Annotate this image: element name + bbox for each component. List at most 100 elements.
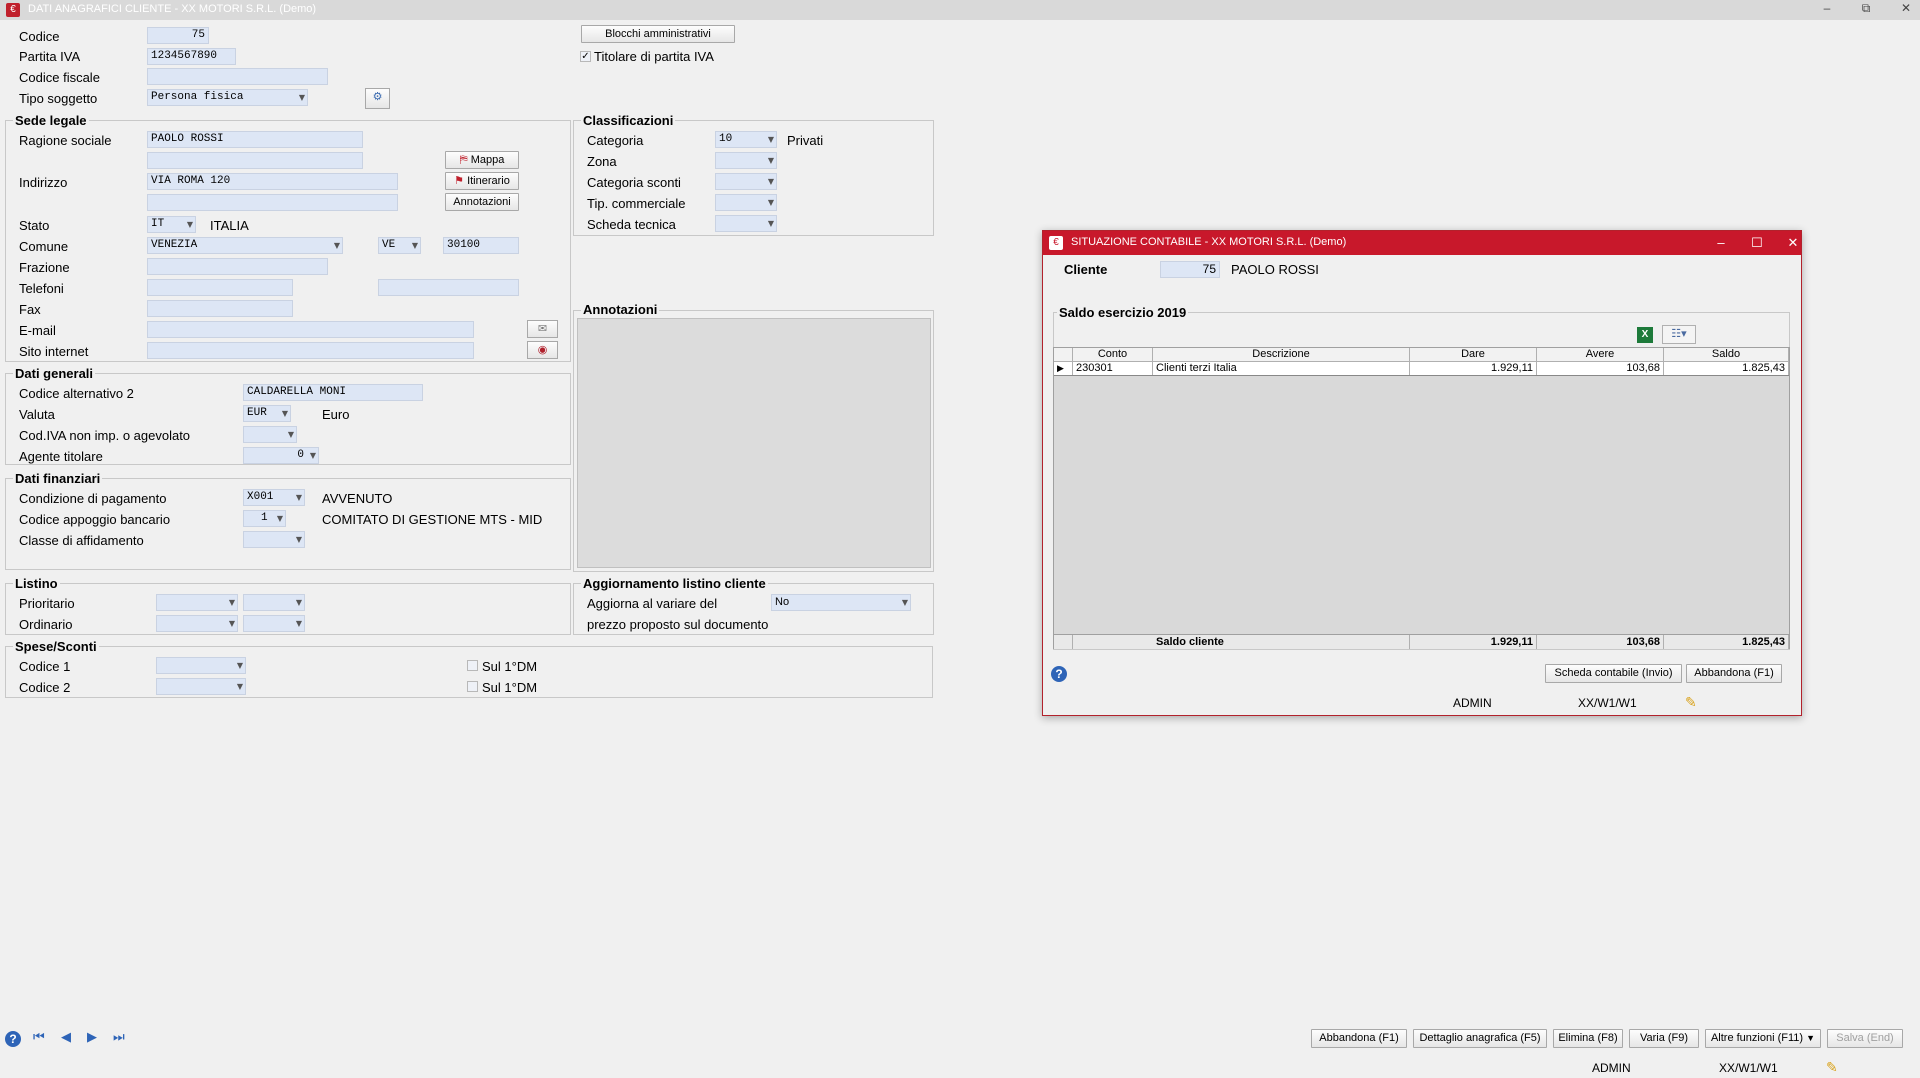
codiva-dropdown[interactable]: ▼ [243,426,297,443]
grid-header-descrizione[interactable]: Descrizione [1153,348,1410,362]
app-logo-icon: € [6,3,20,17]
ragione-sociale-field-2[interactable] [147,152,363,169]
cap-field[interactable]: 30100 [443,237,519,254]
chevron-down-icon: ▼ [276,514,283,523]
send-email-button[interactable]: ✉ [527,320,558,338]
next-record-icon[interactable]: ▶ [87,1029,97,1045]
tipologia-commerciale-label: Tip. commerciale [587,196,686,211]
grid-header-saldo[interactable]: Saldo [1664,348,1789,362]
listino-title: Listino [13,576,60,591]
valuta-dropdown[interactable]: EUR ▼ [243,405,291,422]
table-row[interactable]: ▶ 230301 Clienti terzi Italia 1.929,11 1… [1054,362,1789,376]
elimina-button[interactable]: Elimina (F8) [1553,1029,1623,1048]
tipologia-commerciale-dropdown[interactable]: ▼ [715,194,777,211]
sul-dm-1-checkbox[interactable] [467,660,478,671]
restore-icon[interactable]: ⧉ [1856,1,1876,16]
email-field[interactable] [147,321,474,338]
first-record-icon[interactable]: ⏮ [33,1029,45,1045]
codice-field[interactable]: 75 [147,27,209,44]
annotazioni-button[interactable]: Annotazioni [445,193,519,211]
prioritario-dropdown-2[interactable]: ▼ [243,594,305,611]
agente-titolare-value: 0 [297,449,304,461]
codice-2-dropdown[interactable]: ▼ [156,678,246,695]
annotazioni-textarea[interactable] [577,318,931,568]
window-titlebar: € DATI ANAGRAFICI CLIENTE - XX MOTORI S.… [0,0,1920,20]
salva-button[interactable]: Salva (End) [1827,1029,1903,1048]
tipo-soggetto-dropdown[interactable]: Persona fisica ▼ [147,89,308,106]
excel-export-icon[interactable]: X [1637,327,1653,343]
sul-dm-2-label: Sul 1°DM [482,680,538,695]
close-icon[interactable]: ✕ [1896,1,1916,15]
categoria-value: 10 [719,133,733,145]
telefono-2-field[interactable] [378,279,519,296]
cliente-code-field: 75 [1160,261,1220,278]
classe-affidamento-dropdown[interactable]: ▼ [243,531,305,548]
ragione-sociale-field[interactable]: PAOLO ROSSI [147,131,363,148]
soggetto-settings-button[interactable]: ⚙ [365,88,390,109]
abbandona-button[interactable]: Abbandona (F1) [1311,1029,1407,1048]
indirizzo-label: Indirizzo [19,175,68,190]
aggiornamento-dropdown[interactable]: No ▼ [771,594,911,611]
sito-internet-field[interactable] [147,342,474,359]
maximize-icon[interactable]: ☐ [1747,235,1767,251]
classificazioni-title: Classificazioni [581,113,676,128]
codice-2-label: Codice 2 [19,680,71,695]
agente-titolare-dropdown[interactable]: 0 ▼ [243,447,319,464]
indirizzo-field[interactable]: VIA ROMA 120 [147,173,398,190]
open-website-button[interactable]: ◉ [527,341,558,359]
partita-iva-field[interactable]: 1234567890 [147,48,236,65]
saldo-cliente-label: Saldo cliente [1073,635,1410,649]
sul-dm-1-label: Sul 1°DM [482,659,538,674]
help-icon[interactable]: ? [1051,666,1067,682]
frazione-field[interactable] [147,258,328,275]
grid-header-conto[interactable]: Conto [1073,348,1153,362]
stato-dropdown[interactable]: IT ▼ [147,216,196,233]
prioritario-dropdown-1[interactable]: ▼ [156,594,238,611]
codice-appoggio-desc: COMITATO DI GESTIONE MTS - MID [322,512,543,527]
indirizzo-field-2[interactable] [147,194,398,211]
minimize-icon[interactable]: – [1711,235,1731,250]
agente-titolare-label: Agente titolare [19,449,103,464]
altre-funzioni-button[interactable]: Altre funzioni (F11) ▼ [1705,1029,1821,1048]
previous-record-icon[interactable]: ◀ [61,1029,71,1045]
chevron-down-icon: ▼ [295,493,302,502]
categoria-dropdown[interactable]: 10 ▼ [715,131,777,148]
valuta-desc: Euro [322,407,350,422]
minimize-icon[interactable]: – [1817,1,1837,15]
blocchi-amministrativi-button[interactable]: Blocchi amministrativi [581,25,735,43]
itinerario-button[interactable]: ⚑ Itinerario [445,172,519,190]
scheda-contabile-button[interactable]: Scheda contabile (Invio) [1545,664,1682,683]
altre-funzioni-label: Altre funzioni (F11) [1710,1032,1804,1044]
window-title: DATI ANAGRAFICI CLIENTE - XX MOTORI S.R.… [28,3,317,15]
codice-fiscale-field[interactable] [147,68,328,85]
ordinario-dropdown-1[interactable]: ▼ [156,615,238,632]
chevron-down-icon: ▼ [767,219,774,228]
chevron-down-icon: ▼ [228,598,235,607]
condizione-pagamento-dropdown[interactable]: X001 ▼ [243,489,305,506]
dettaglio-anagrafica-button[interactable]: Dettaglio anagrafica (F5) [1413,1029,1547,1048]
zona-dropdown[interactable]: ▼ [715,152,777,169]
provincia-dropdown[interactable]: VE ▼ [378,237,421,254]
codice-appoggio-dropdown[interactable]: 1 ▼ [243,510,286,527]
scheda-tecnica-dropdown[interactable]: ▼ [715,215,777,232]
aggiornamento-title: Aggiornamento listino cliente [581,576,768,591]
close-icon[interactable]: ✕ [1783,235,1803,251]
varia-button[interactable]: Varia (F9) [1629,1029,1699,1048]
grid-header-dare[interactable]: Dare [1410,348,1537,362]
comune-dropdown[interactable]: VENEZIA ▼ [147,237,343,254]
column-settings-icon[interactable]: ☷▾ [1662,325,1696,344]
row-dare: 1.929,11 [1410,362,1537,375]
sul-dm-2-checkbox[interactable] [467,681,478,692]
dialog-abbandona-button[interactable]: Abbandona (F1) [1686,664,1782,683]
codice-alternativo-field[interactable]: CALDARELLA MONI [243,384,423,401]
mappa-button[interactable]: ⛿ Mappa [445,151,519,169]
categoria-sconti-dropdown[interactable]: ▼ [715,173,777,190]
help-icon[interactable]: ? [5,1031,21,1047]
fax-field[interactable] [147,300,293,317]
ordinario-dropdown-2[interactable]: ▼ [243,615,305,632]
grid-header-avere[interactable]: Avere [1537,348,1664,362]
titolare-piva-checkbox[interactable]: ✓ [580,51,591,62]
telefono-1-field[interactable] [147,279,293,296]
codice-1-dropdown[interactable]: ▼ [156,657,246,674]
last-record-icon[interactable]: ⏭ [113,1029,125,1045]
